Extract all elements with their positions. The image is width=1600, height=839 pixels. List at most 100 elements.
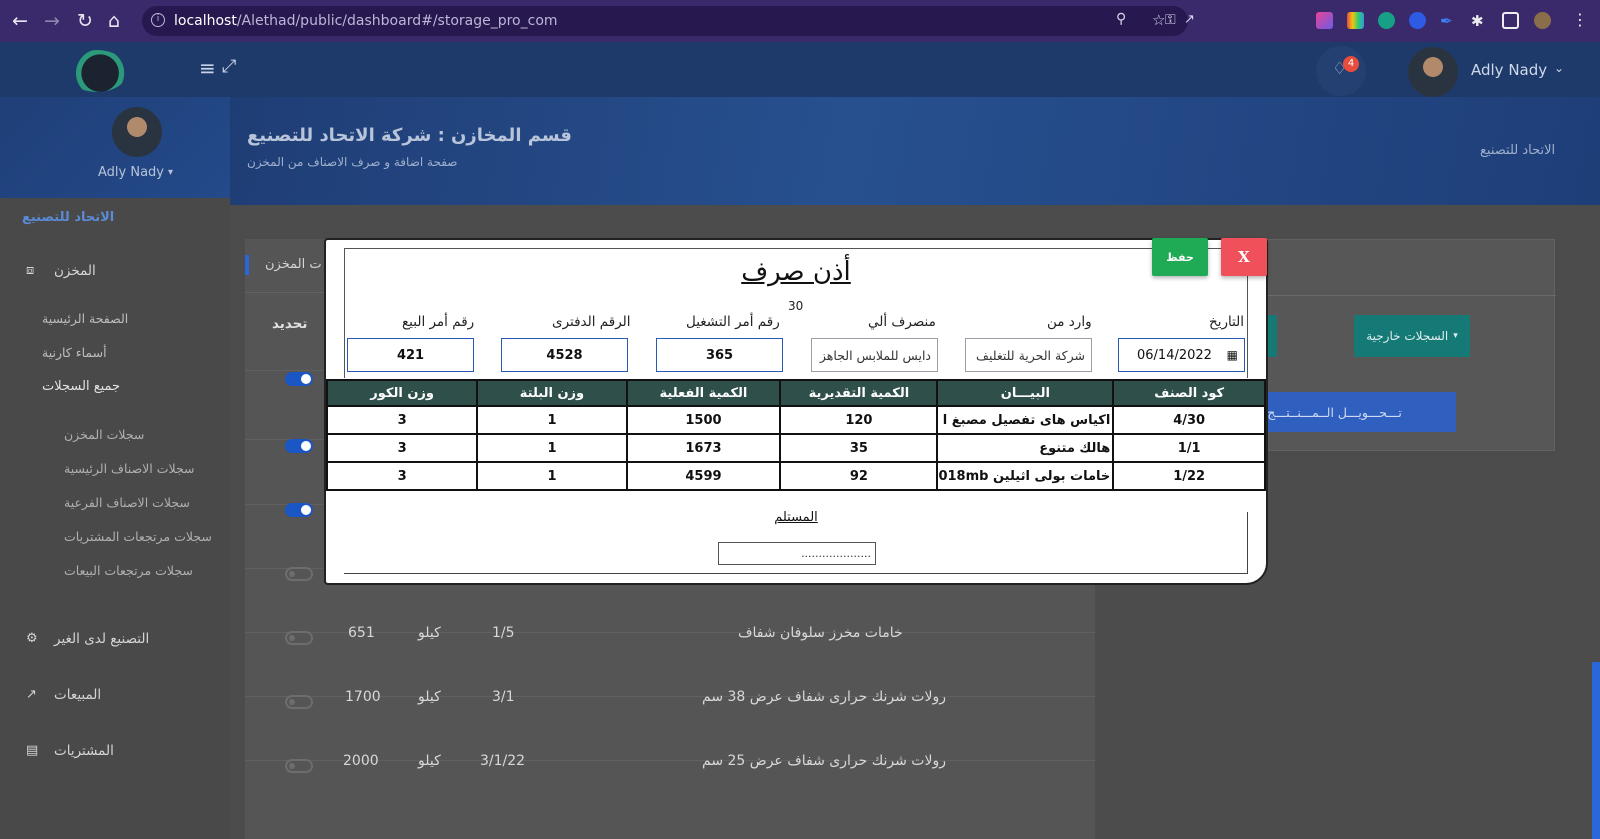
sidebar-item-sales-returns[interactable]: سجلات مرتجعات البيعات: [64, 563, 193, 578]
label-from: وارد من: [1047, 314, 1092, 330]
notification-button[interactable]: ♢ 4: [1316, 46, 1366, 96]
extension-icon-2[interactable]: [1347, 12, 1364, 29]
date-value: 06/14/2022: [1137, 347, 1212, 363]
cell-desc: هالك متنوع: [936, 433, 1115, 463]
back-icon[interactable]: ←: [12, 11, 28, 31]
user-name[interactable]: Adly Nady: [1471, 61, 1547, 79]
sidebar-item-all-records[interactable]: جميع السجلات: [42, 379, 120, 394]
sidebar-item-sub-items[interactable]: سجلات الاصناف الفرعية: [64, 495, 190, 510]
gear-icon: ⚙: [26, 631, 38, 646]
cell-desc: خامات بولى اثيلين 018mb: [936, 461, 1115, 491]
label-to: منصرف ألي: [868, 314, 936, 330]
header-est-qty: الكمية التقديرية: [779, 379, 939, 407]
extension-icon-4[interactable]: ✒: [1440, 12, 1457, 30]
notification-badge: 4: [1343, 56, 1359, 72]
select-toggle[interactable]: [285, 503, 313, 517]
cell-qty: 1700: [345, 689, 381, 705]
cell-actual-qty: 1673: [625, 433, 782, 463]
top-navbar: ≡ ⤢ ♢ 4 Adly Nady ⌄: [0, 42, 1600, 97]
date-input[interactable]: 06/14/2022 ▦: [1118, 338, 1245, 372]
external-records-button[interactable]: ▾ السجلات خارجية: [1354, 315, 1470, 357]
chevron-down-icon[interactable]: ⌄: [1554, 61, 1564, 75]
voucher-items-table: كود الصنف البيـــان الكمية التقديرية الك…: [325, 379, 1266, 491]
sidebar-item-main-items[interactable]: سجلات الاصناف الرئيسية: [64, 461, 195, 476]
modal-title: أذن صرف: [741, 257, 851, 287]
cell-name: رولات شرنك حرارى شفاف عرض 25 سم: [702, 753, 946, 769]
home-icon[interactable]: ⌂: [108, 11, 120, 31]
cell-unit: كيلو: [418, 753, 441, 769]
cell-unit: كيلو: [418, 689, 441, 705]
table-row[interactable]: 1/1 هالك متنوع 35 1673 1 3: [325, 433, 1266, 463]
voucher-number: 30: [788, 299, 804, 313]
table-row[interactable]: 1/22 خامات بولى اثيلين 018mb 92 4599 1 3: [325, 461, 1266, 491]
sidebar-item-outsourcing[interactable]: التصنيع لدى الغير: [54, 631, 149, 647]
profile-avatar[interactable]: [1534, 12, 1551, 29]
table-header-row: كود الصنف البيـــان الكمية التقديرية الك…: [325, 379, 1266, 407]
select-toggle[interactable]: [285, 439, 313, 453]
caret-down-icon: ▾: [1453, 331, 1458, 341]
address-bar[interactable]: i localhost/Alethad/public/dashboard#/st…: [142, 6, 1195, 36]
from-input[interactable]: شركة الحرية للتغليف: [965, 338, 1092, 372]
extension-icon-1[interactable]: [1316, 12, 1333, 29]
info-icon[interactable]: i: [151, 13, 165, 27]
sidebar-item-store[interactable]: المخزن: [54, 263, 96, 279]
close-button[interactable]: X: [1221, 238, 1267, 276]
reload-icon[interactable]: ↻: [77, 11, 93, 31]
logo[interactable]: [66, 50, 128, 92]
cell-actual-qty: 4599: [625, 461, 782, 491]
sidebar-avatar[interactable]: [112, 107, 162, 157]
header-desc: البيـــان: [936, 379, 1115, 407]
menu-icon[interactable]: ⋮: [1572, 10, 1588, 29]
cell-name: رولات شرنك حرارى شفاف عرض 38 سم: [702, 689, 946, 705]
card-icon: ▤: [26, 743, 39, 758]
extension-icon-3[interactable]: [1409, 12, 1426, 29]
fullscreen-icon[interactable]: ⤢: [222, 56, 236, 77]
share-icon[interactable]: ↗: [1184, 12, 1195, 27]
user-avatar[interactable]: [1408, 47, 1458, 97]
tab-indicator: [245, 255, 249, 275]
cell-unit: كيلو: [418, 625, 441, 641]
grammarly-icon[interactable]: [1378, 12, 1395, 29]
cell-code: 1/5: [492, 625, 515, 641]
star-icon[interactable]: ☆: [1152, 11, 1165, 29]
to-input[interactable]: دايس للملابس الجاهز: [811, 338, 938, 372]
sidebar-company[interactable]: الاتحاد للتصنيع: [22, 210, 114, 225]
table-row[interactable]: 4/30 اكياس هاى تفصيل مصبغ ا 120 1500 1 3: [325, 405, 1266, 435]
browser-chrome: ← → ↻ ⌂ i localhost/Alethad/public/dashb…: [0, 0, 1600, 42]
puzzle-icon[interactable]: ✱: [1471, 12, 1488, 30]
select-toggle[interactable]: [285, 631, 313, 645]
select-toggle[interactable]: [285, 372, 313, 386]
calendar-icon[interactable]: ▦: [1227, 348, 1238, 362]
sidepanel-icon[interactable]: [1502, 12, 1519, 29]
select-toggle[interactable]: [285, 567, 313, 581]
tab-store-records[interactable]: ت المخزن: [265, 257, 322, 272]
sidebar-user-name[interactable]: Adly Nady: [98, 165, 164, 180]
cell-pallet-weight: 1: [476, 405, 628, 435]
cell-code: 4/30: [1112, 405, 1266, 435]
key-icon[interactable]: ⚿: [1165, 12, 1182, 29]
save-button[interactable]: حفظ: [1152, 238, 1208, 276]
sidebar-item-purchases[interactable]: المشتريات: [54, 743, 114, 759]
sidebar-item-purchase-returns[interactable]: سجلات مرتجعات المشتريات: [64, 529, 212, 544]
breadcrumb[interactable]: الاتحاد للتصنيع: [1480, 143, 1555, 158]
scrollbar[interactable]: [1592, 662, 1600, 839]
forward-icon[interactable]: →: [44, 11, 60, 31]
sidebar-item-store-records[interactable]: سجلات المخزن: [64, 427, 144, 442]
hamburger-icon[interactable]: ≡: [199, 56, 216, 80]
zoom-icon[interactable]: ⚲: [1116, 11, 1126, 27]
cell-code: 3/1: [492, 689, 515, 705]
op-no-input[interactable]: 365: [656, 338, 783, 372]
cell-pallet-weight: 1: [476, 461, 628, 491]
sidebar-item-sales[interactable]: المبيعات: [54, 687, 101, 703]
sidebar-item-card-names[interactable]: أسماء كارنية: [42, 345, 107, 360]
issue-voucher-modal: أذن صرف 30 التاريخ وارد من منصرف ألي رقم…: [324, 238, 1268, 585]
book-no-input[interactable]: 4528: [501, 338, 628, 372]
receiver-input[interactable]: ....................: [718, 542, 876, 565]
select-toggle[interactable]: [285, 695, 313, 709]
caret-down-icon[interactable]: ▾: [168, 167, 173, 178]
header-code: كود الصنف: [1112, 379, 1266, 407]
sidebar-item-home[interactable]: الصفحة الرئيسية: [42, 311, 128, 326]
select-toggle[interactable]: [285, 759, 313, 773]
sale-no-input[interactable]: 421: [347, 338, 474, 372]
receiver-label: المستلم: [774, 510, 818, 525]
